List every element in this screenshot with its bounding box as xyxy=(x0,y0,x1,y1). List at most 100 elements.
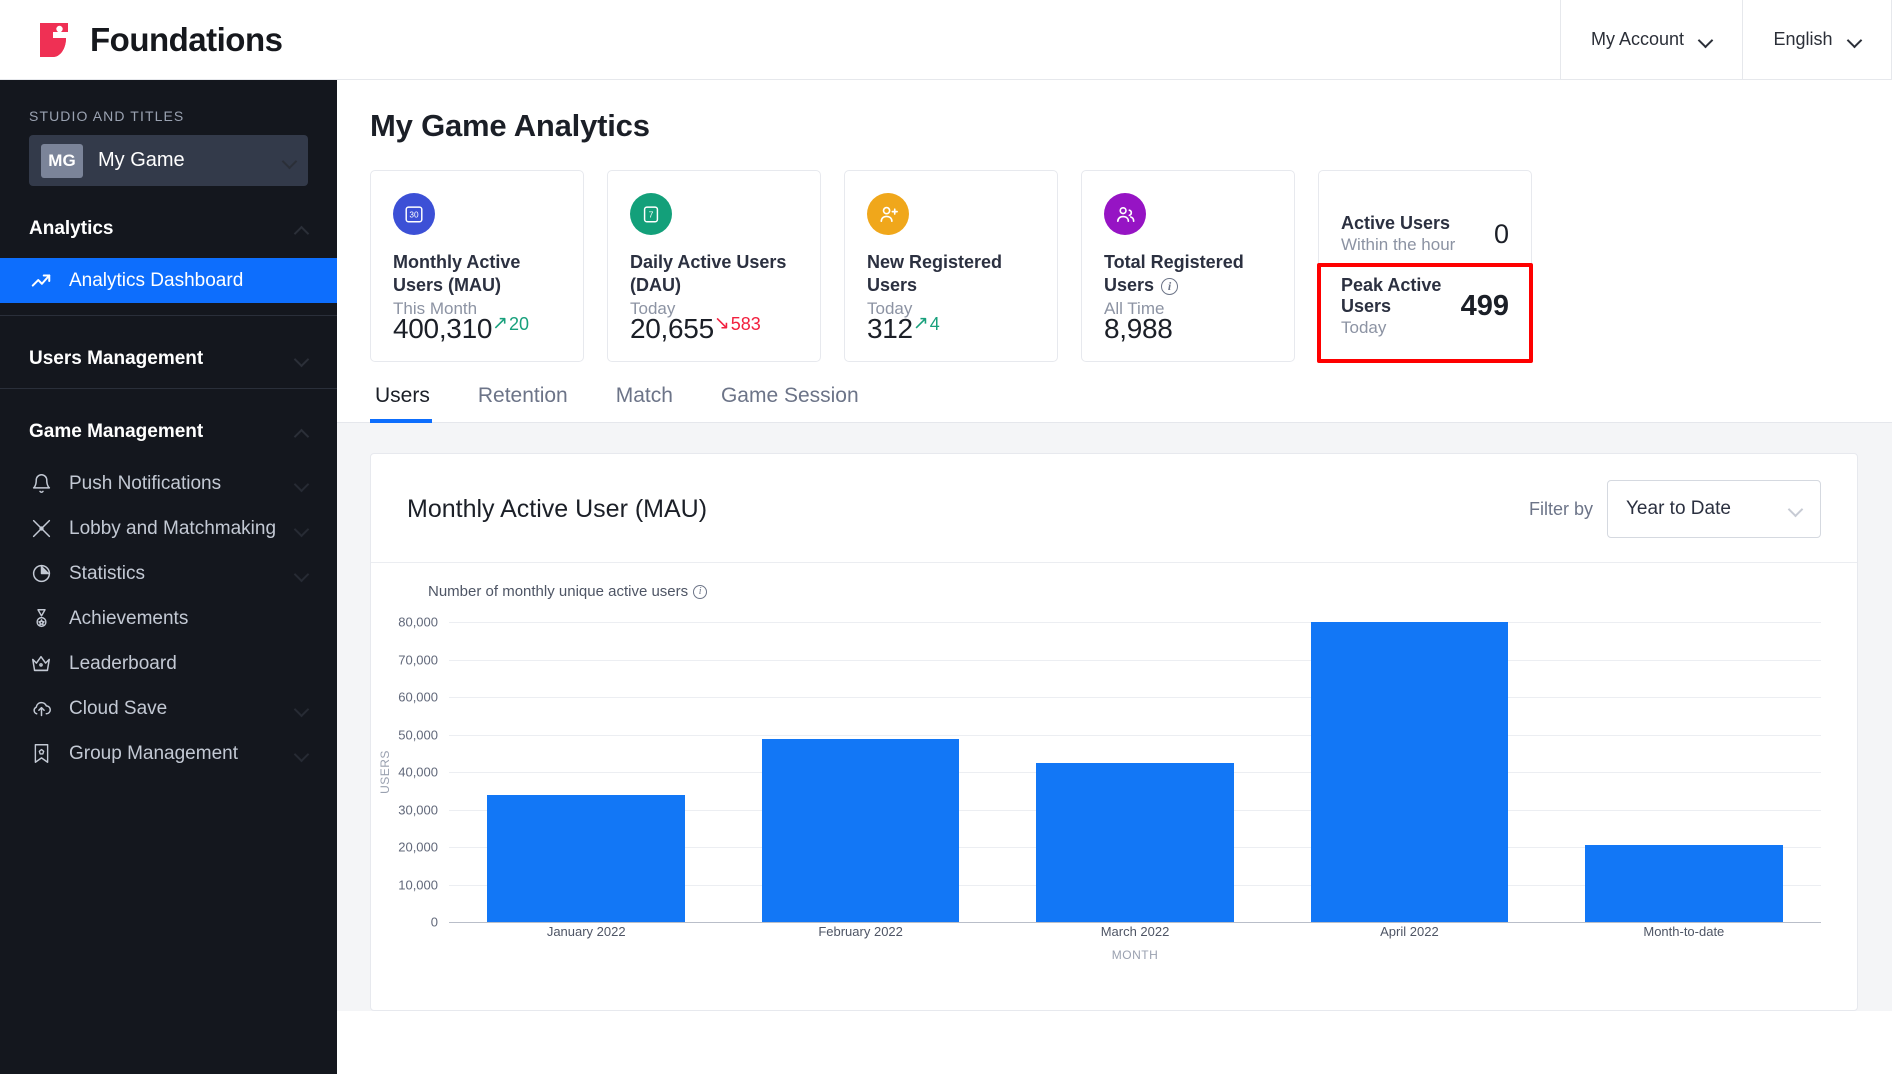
chevron-down-icon xyxy=(296,523,308,535)
kpi-value-row: 20,655 ↘ 583 xyxy=(630,313,761,345)
chevron-down-icon xyxy=(296,568,308,580)
chevron-down-icon xyxy=(296,353,308,365)
calendar-7-icon: 7 xyxy=(630,193,672,235)
sidebar-item-leaderboard[interactable]: Leaderboard xyxy=(0,641,337,686)
sidebar-group-users-management[interactable]: Users Management xyxy=(0,330,337,388)
chart-area: Number of monthly unique active users i 0… xyxy=(371,563,1857,962)
sidebar-item-label: Statistics xyxy=(69,562,146,584)
bar-slot xyxy=(723,622,997,922)
x-axis-tick-label: March 2022 xyxy=(1100,924,1170,939)
kpi-label: Total Registered Users i xyxy=(1104,251,1272,297)
sidebar-group-analytics[interactable]: Analytics xyxy=(0,200,337,258)
title-name: My Game xyxy=(98,149,185,171)
sidebar-item-group-management[interactable]: Group Management xyxy=(0,731,337,776)
tab-users[interactable]: Users xyxy=(370,376,454,423)
title-selector[interactable]: MG My Game xyxy=(29,135,308,186)
peak-active-users-sub: Today xyxy=(1341,318,1387,337)
chart-bar[interactable] xyxy=(761,739,960,922)
brand[interactable]: Foundations xyxy=(0,0,283,79)
bar-slot xyxy=(1272,622,1546,922)
page-title: My Game Analytics xyxy=(370,108,650,143)
peak-active-users-row: Peak Active Users Today 499 xyxy=(1319,265,1531,338)
language-menu[interactable]: English xyxy=(1742,0,1892,79)
peak-active-users-text: Peak Active Users Today xyxy=(1341,275,1461,338)
panel-title: Monthly Active User (MAU) xyxy=(407,494,708,523)
sidebar-item-label: Leaderboard xyxy=(69,652,177,674)
kpi-delta-value: 20 xyxy=(509,314,530,334)
kpi-card-total-registered-users: Total Registered Users i All Time 8,988 xyxy=(1081,170,1295,362)
kpi-label: New Registered Users xyxy=(867,252,1003,295)
sidebar-group-analytics-label: Analytics xyxy=(29,218,114,239)
chart-bar[interactable] xyxy=(1036,763,1234,922)
svg-text:30: 30 xyxy=(409,211,419,220)
calendar-30-icon: 30 xyxy=(393,193,435,235)
my-account-menu[interactable]: My Account xyxy=(1559,0,1742,79)
sidebar-divider xyxy=(0,315,337,316)
trending-up-icon xyxy=(29,269,53,293)
foundations-logo-icon xyxy=(34,19,76,61)
sidebar-item-achievements[interactable]: Achievements xyxy=(0,596,337,641)
filter-by-label: Filter by xyxy=(1528,498,1593,519)
pie-chart-icon xyxy=(29,562,53,586)
chart-bar[interactable] xyxy=(487,794,685,922)
sidebar-item-analytics-dashboard[interactable]: Analytics Dashboard xyxy=(0,258,337,303)
studio-and-titles-label: STUDIO AND TITLES xyxy=(29,108,185,124)
cloud-upload-icon xyxy=(29,697,53,721)
kpi-value-row: 8,988 xyxy=(1104,313,1173,345)
content-background: Monthly Active User (MAU) Filter by Year… xyxy=(337,423,1892,1011)
chart-caption: Number of monthly unique active users i xyxy=(371,583,1857,600)
chevron-down-icon xyxy=(296,478,308,490)
sidebar-item-label: Push Notifications xyxy=(69,472,222,494)
chart-bar[interactable] xyxy=(1585,844,1783,922)
chevron-down-icon xyxy=(296,703,308,715)
sidebar-divider xyxy=(0,388,337,389)
svg-text:7: 7 xyxy=(649,210,654,220)
sidebar-item-label: Achievements xyxy=(69,607,189,629)
sidebar-item-label: Analytics Dashboard xyxy=(69,269,244,291)
tab-game-session[interactable]: Game Session xyxy=(697,376,883,422)
chart-bars xyxy=(449,622,1821,922)
bell-icon xyxy=(29,472,53,496)
chevron-up-icon xyxy=(296,426,308,438)
chart-caption-text: Number of monthly unique active users xyxy=(428,583,689,600)
sidebar: STUDIO AND TITLES MG My Game Analytics A… xyxy=(0,80,337,1074)
bar-slot xyxy=(998,622,1272,922)
tab-retention[interactable]: Retention xyxy=(454,376,592,422)
swords-icon xyxy=(29,517,53,541)
sidebar-group-game-management[interactable]: Game Management xyxy=(0,403,337,461)
sidebar-item-push-notifications[interactable]: Push Notifications xyxy=(0,461,337,506)
y-axis-tick-label: 70,000 xyxy=(398,652,438,667)
tab-match[interactable]: Match xyxy=(592,376,697,422)
y-axis-tick-label: 80,000 xyxy=(398,614,438,630)
top-bar-spacer xyxy=(282,0,1559,79)
chart-bar[interactable] xyxy=(1310,622,1509,922)
kpi-value: 400,310 xyxy=(393,313,493,344)
sidebar-item-statistics[interactable]: Statistics xyxy=(0,551,337,596)
sidebar-item-lobby-and-matchmaking[interactable]: Lobby and Matchmaking xyxy=(0,506,337,551)
kpi-delta-value: 4 xyxy=(929,314,940,334)
x-axis-tick-label: February 2022 xyxy=(818,924,903,939)
body: STUDIO AND TITLES MG My Game Analytics A… xyxy=(0,80,1892,1074)
info-icon[interactable]: i xyxy=(693,585,708,600)
filter-select[interactable]: Year to Date xyxy=(1607,480,1821,538)
kpi-value-row: 400,310 ↗ 20 xyxy=(393,313,529,345)
info-icon[interactable]: i xyxy=(1161,277,1179,295)
peak-active-users-title: Peak Active Users xyxy=(1341,275,1442,316)
gridline xyxy=(449,922,1821,923)
sidebar-group-users-management-label: Users Management xyxy=(29,348,204,369)
active-users-title: Active Users xyxy=(1341,213,1451,233)
sidebar-item-cloud-save[interactable]: Cloud Save xyxy=(0,686,337,731)
y-axis-tick-label: 30,000 xyxy=(398,802,438,817)
arrow-up-right-icon: ↗ xyxy=(912,313,929,334)
kpi-delta-value: 583 xyxy=(730,314,761,334)
top-bar: Foundations My Account English xyxy=(0,0,1892,80)
sidebar-item-label: Group Management xyxy=(69,742,238,764)
y-axis-tick-label: 50,000 xyxy=(398,727,438,742)
x-axis-title: MONTH xyxy=(1111,948,1159,962)
sidebar-group-game-management-label: Game Management xyxy=(29,421,204,442)
arrow-down-right-icon: ↘ xyxy=(713,313,730,334)
y-axis-tick-label: 20,000 xyxy=(398,839,438,855)
kpi-value: 20,655 xyxy=(630,313,714,344)
kpi-card-row: 30 Monthly Active Users (MAU) This Month… xyxy=(337,144,1892,363)
